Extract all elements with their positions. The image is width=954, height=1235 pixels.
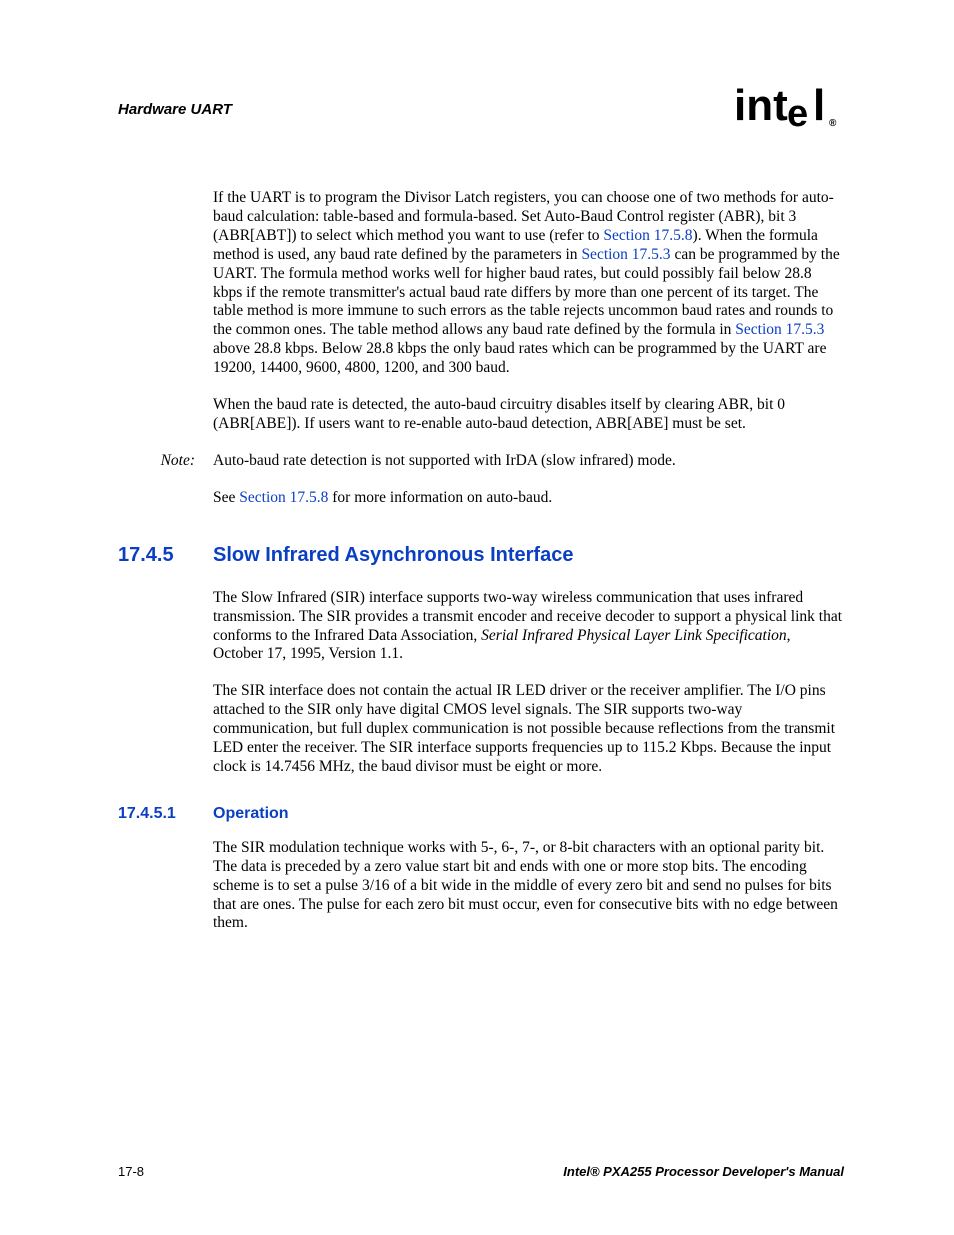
- paragraph-baud-detected: When the baud rate is detected, the auto…: [213, 396, 844, 434]
- heading-2: 17.4.5 Slow Infrared Asynchronous Interf…: [118, 544, 844, 567]
- svg-text:®: ®: [829, 118, 837, 129]
- header-section-title: Hardware UART: [118, 101, 232, 118]
- link-section-17-5-8-b[interactable]: Section 17.5.8: [239, 489, 328, 506]
- note-text: Auto-baud rate detection is not supporte…: [213, 452, 676, 471]
- text: See: [213, 489, 239, 506]
- paragraph-operation: The SIR modulation technique works with …: [213, 839, 844, 934]
- paragraph-sir-details: The SIR interface does not contain the a…: [213, 682, 844, 777]
- text: for more information on auto-baud.: [328, 489, 552, 506]
- heading-3-title: Operation: [213, 805, 289, 823]
- paragraph-sir-intro: The Slow Infrared (SIR) interface suppor…: [213, 589, 844, 665]
- note-row: Note: Auto-baud rate detection is not su…: [118, 452, 844, 471]
- intel-logo: int e l ®: [734, 80, 844, 139]
- link-section-17-5-8[interactable]: Section 17.5.8: [603, 227, 692, 244]
- footer-page-number: 17-8: [118, 1164, 144, 1179]
- note-label: Note:: [118, 452, 213, 471]
- body-column: The SIR modulation technique works with …: [213, 839, 844, 934]
- spec-title-italic: Serial Infrared Physical Layer Link Spec…: [481, 627, 787, 644]
- heading-2-number: 17.4.5: [118, 544, 213, 567]
- page-footer: 17-8 Intel® PXA255 Processor Developer's…: [118, 1164, 844, 1179]
- body-column: If the UART is to program the Divisor La…: [213, 189, 844, 434]
- text: above 28.8 kbps. Below 28.8 kbps the onl…: [213, 340, 826, 376]
- link-section-17-5-3-b[interactable]: Section 17.5.3: [735, 321, 824, 338]
- page-header: Hardware UART int e l ®: [118, 80, 844, 139]
- body-column: The Slow Infrared (SIR) interface suppor…: [213, 589, 844, 777]
- svg-text:int: int: [734, 81, 788, 130]
- heading-3: 17.4.5.1 Operation: [118, 805, 844, 823]
- footer-manual-title: Intel® PXA255 Processor Developer's Manu…: [563, 1164, 844, 1179]
- body-column: See Section 17.5.8 for more information …: [213, 489, 844, 508]
- svg-text:l: l: [813, 81, 825, 130]
- heading-3-number: 17.4.5.1: [118, 805, 213, 823]
- svg-text:e: e: [787, 93, 808, 134]
- paragraph-see-more: See Section 17.5.8 for more information …: [213, 489, 844, 508]
- heading-2-title: Slow Infrared Asynchronous Interface: [213, 544, 573, 567]
- page: Hardware UART int e l ® If the UART is t…: [0, 0, 954, 1235]
- intel-logo-svg: int e l ®: [734, 80, 844, 134]
- link-section-17-5-3[interactable]: Section 17.5.3: [581, 246, 670, 263]
- paragraph-autobaud-methods: If the UART is to program the Divisor La…: [213, 189, 844, 378]
